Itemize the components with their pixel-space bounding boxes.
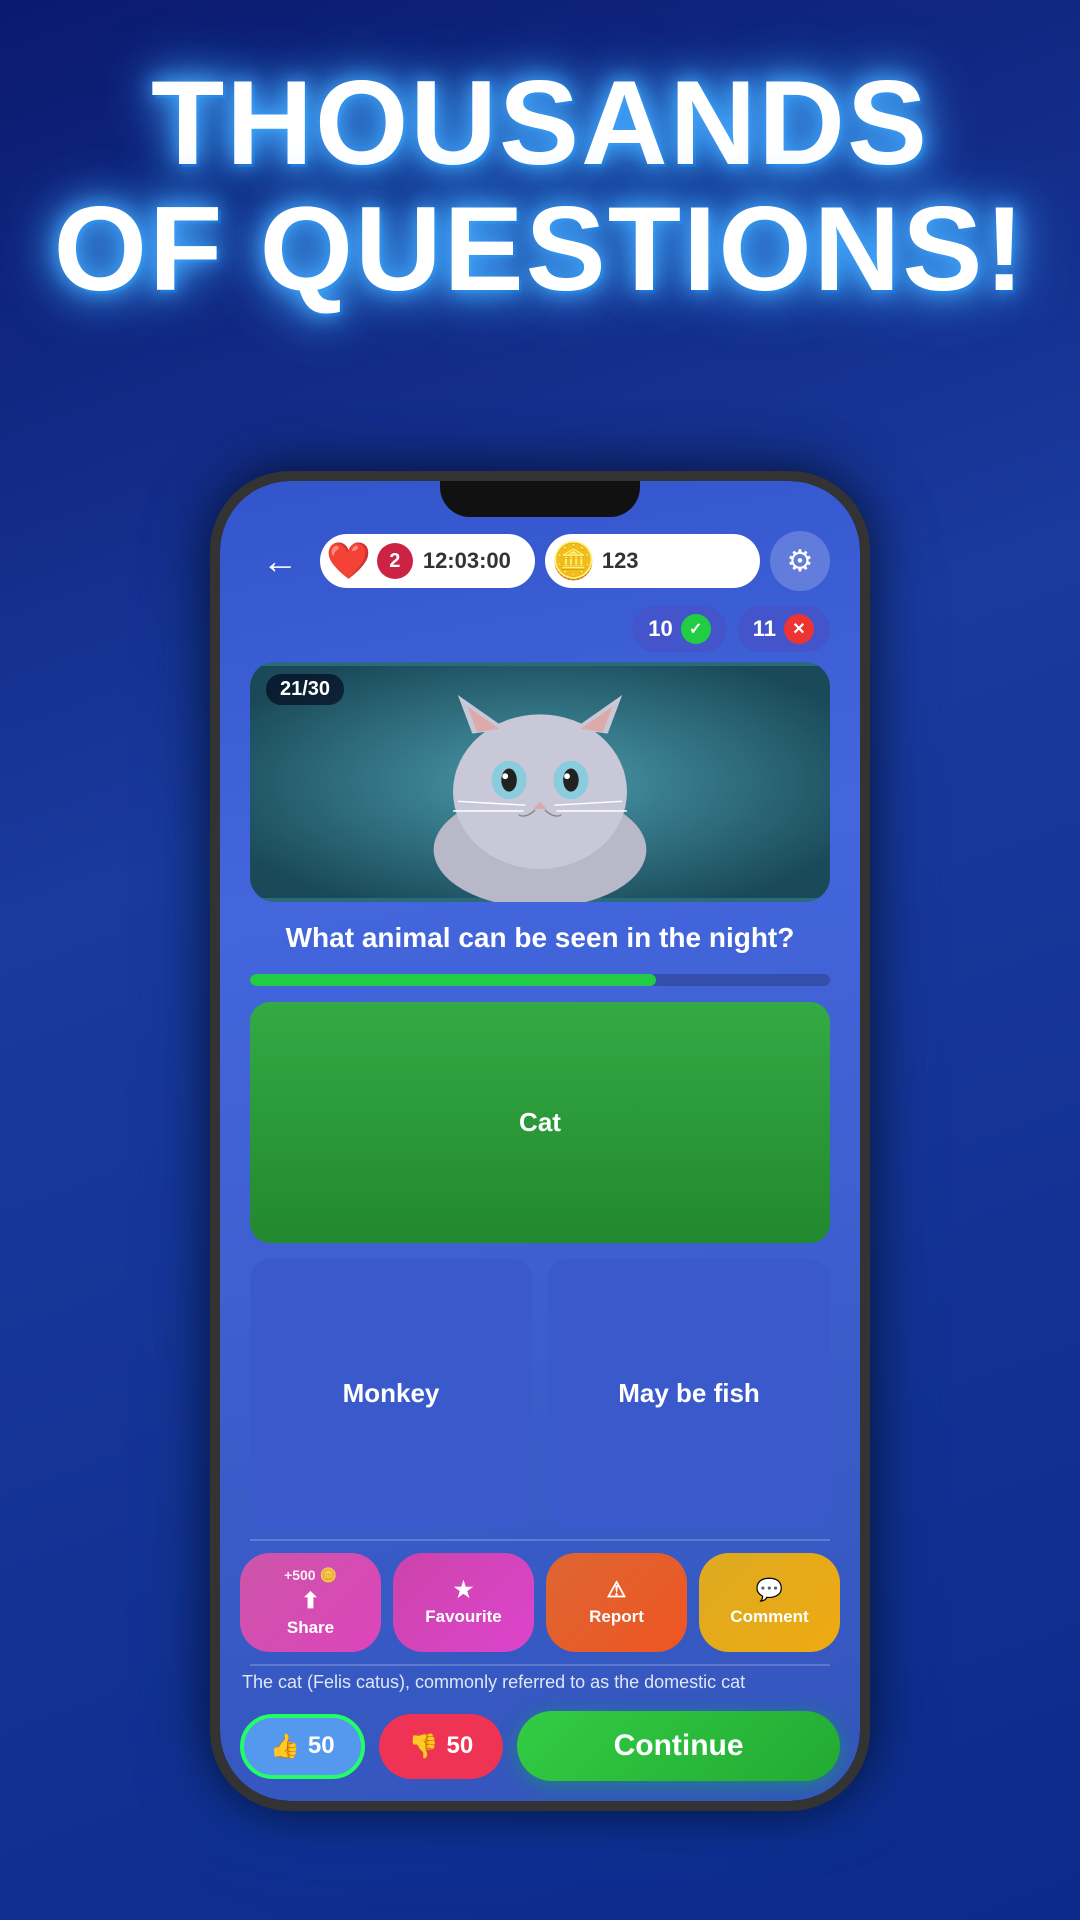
answer-cat-button[interactable]: Cat bbox=[250, 1002, 830, 1242]
screen: ← ❤️ 2 12:03:00 🪙 123 ⚙ 10 ✓ bbox=[220, 481, 860, 1801]
title-section: THOUSANDS OF QUESTIONS! bbox=[0, 0, 1080, 342]
title-line1: THOUSANDS bbox=[151, 56, 929, 190]
share-bonus-label: +500 🪙 bbox=[284, 1567, 337, 1584]
comment-button[interactable]: 💬 Comment bbox=[699, 1553, 840, 1652]
timer-display: 12:03:00 bbox=[423, 548, 511, 574]
upvote-count: 50 bbox=[308, 1732, 335, 1760]
phone: ← ❤️ 2 12:03:00 🪙 123 ⚙ 10 ✓ bbox=[210, 471, 870, 1811]
heart-icon: ❤️ bbox=[326, 540, 371, 582]
comment-icon: 💬 bbox=[756, 1577, 783, 1603]
settings-button[interactable]: ⚙ bbox=[770, 531, 830, 591]
share-label: Share bbox=[287, 1618, 334, 1638]
favourite-button[interactable]: ★ Favourite bbox=[393, 1553, 534, 1652]
description-text: The cat (Felis catus), commonly referred… bbox=[220, 1666, 860, 1703]
answer-monkey-button[interactable]: Monkey bbox=[250, 1259, 532, 1529]
report-icon: ⚠ bbox=[607, 1577, 627, 1603]
progress-bar-fill bbox=[250, 974, 656, 986]
star-icon: ★ bbox=[454, 1577, 474, 1603]
report-button[interactable]: ⚠ Report bbox=[546, 1553, 687, 1652]
wrong-score-pill: 11 ✕ bbox=[737, 606, 830, 652]
question-image: 21/30 bbox=[250, 662, 830, 902]
progress-bar-container bbox=[250, 974, 830, 986]
downvote-count: 50 bbox=[446, 1732, 473, 1760]
coins-pill: 🪙 123 bbox=[545, 534, 760, 588]
favourite-label: Favourite bbox=[425, 1607, 502, 1627]
thumbs-up-icon: 👍 bbox=[270, 1732, 300, 1761]
check-icon: ✓ bbox=[681, 614, 711, 644]
correct-score-pill: 10 ✓ bbox=[632, 606, 726, 652]
share-button[interactable]: +500 🪙 ⬆ Share bbox=[240, 1553, 381, 1652]
x-icon: ✕ bbox=[784, 614, 814, 644]
back-button[interactable]: ← bbox=[250, 531, 310, 591]
downvote-button[interactable]: 👎 50 bbox=[379, 1714, 504, 1779]
upvote-button[interactable]: 👍 50 bbox=[240, 1714, 365, 1779]
question-text: What animal can be seen in the night? bbox=[220, 902, 860, 966]
coin-icon: 🪙 bbox=[551, 540, 596, 582]
title-line2: OF QUESTIONS! bbox=[54, 182, 1027, 316]
continue-button[interactable]: Continue bbox=[517, 1711, 840, 1781]
hearts-pill: ❤️ 2 12:03:00 bbox=[320, 534, 535, 588]
correct-count: 10 bbox=[648, 616, 672, 642]
action-row: +500 🪙 ⬆ Share ★ Favourite ⚠ Report 💬 Co… bbox=[220, 1541, 860, 1664]
score-row: 10 ✓ 11 ✕ bbox=[220, 606, 860, 662]
answer-fish-button[interactable]: May be fish bbox=[548, 1259, 830, 1529]
coin-count: 123 bbox=[602, 548, 639, 574]
heart-count: 2 bbox=[377, 543, 413, 579]
report-label: Report bbox=[589, 1607, 644, 1627]
phone-wrapper: ← ❤️ 2 12:03:00 🪙 123 ⚙ 10 ✓ bbox=[190, 362, 890, 1920]
main-title: THOUSANDS OF QUESTIONS! bbox=[40, 60, 1040, 312]
bottom-row: 👍 50 👎 50 Continue bbox=[220, 1703, 860, 1801]
thumbs-down-icon: 👎 bbox=[409, 1732, 439, 1761]
answers-grid: Cat Monkey May be fish bbox=[220, 994, 860, 1538]
share-icon: ⬆ bbox=[301, 1588, 319, 1614]
wrong-count: 11 bbox=[753, 616, 776, 642]
comment-label: Comment bbox=[730, 1607, 808, 1627]
question-counter: 21/30 bbox=[266, 674, 344, 705]
notch bbox=[440, 481, 640, 517]
